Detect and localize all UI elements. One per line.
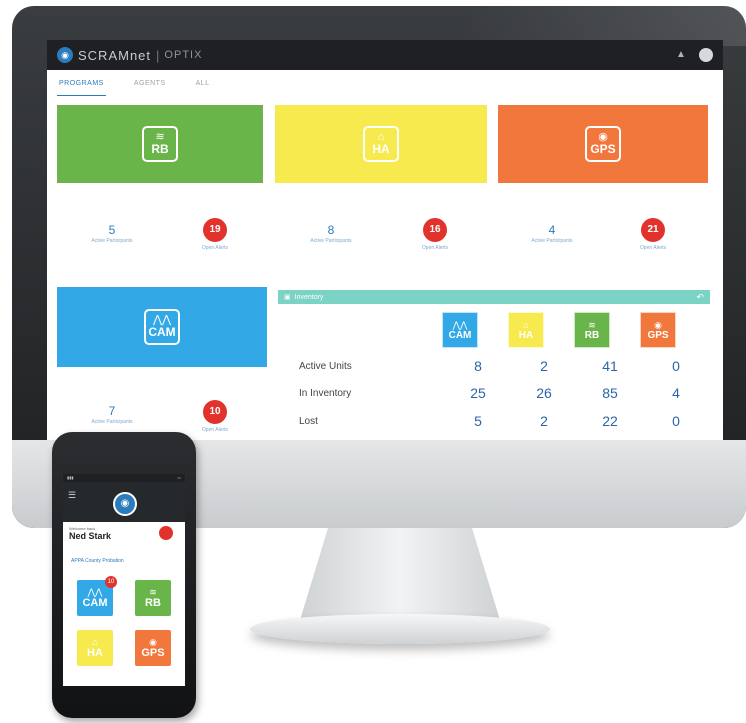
- alert-badge: 10: [203, 400, 227, 424]
- gps-participants-stat[interactable]: 4 Active Participants: [507, 223, 597, 244]
- avatar[interactable]: [699, 48, 713, 62]
- brand-separator: |: [156, 47, 160, 63]
- monitor-stand-neck: [300, 528, 500, 620]
- tab-agents[interactable]: AGENTS: [132, 76, 168, 96]
- signal-icon: ▮▮▮: [67, 475, 74, 480]
- gps-alerts-stat[interactable]: 21 Open Alerts: [623, 218, 683, 251]
- phone-tile-gps[interactable]: ◉ GPS: [135, 630, 171, 666]
- wind-icon: ≋: [588, 319, 596, 330]
- house-icon: ⌂: [92, 637, 98, 647]
- ha-alerts-stat[interactable]: 16 Open Alerts: [405, 218, 465, 251]
- rb-alerts-stat[interactable]: 19 Open Alerts: [185, 218, 245, 251]
- back-arrow-icon[interactable]: ↶: [696, 292, 704, 303]
- phone-tile-cam[interactable]: ⋀⋀ CAM 10: [77, 576, 117, 616]
- mountain-icon: ⋀⋀: [87, 587, 103, 597]
- inventory-rb-icon: ≋ RB: [574, 312, 610, 348]
- rb-participants-stat[interactable]: 5 Active Participants: [67, 223, 157, 244]
- mountain-icon: ⋀⋀: [452, 319, 468, 330]
- logo-icon: ◉: [57, 47, 73, 63]
- map-pin-icon: ◉: [654, 319, 662, 330]
- battery-icon: ▭: [177, 475, 181, 480]
- cam-program-icon: ⋀⋀ CAM: [144, 309, 180, 345]
- house-icon: ⌂: [523, 319, 529, 330]
- desktop-screen: ◉ SCRAMnet | OPTIX ▲ PROGRAMS AGENTS ALL…: [47, 40, 723, 440]
- agency-name: APPA County Probation: [71, 558, 124, 564]
- phone-tile-rb[interactable]: ≋ RB: [135, 580, 171, 616]
- inventory-gps-icon: ◉ GPS: [640, 312, 676, 348]
- monitor-stand-base: [250, 614, 550, 644]
- alert-badge: 10: [105, 576, 117, 588]
- cam-participants-stat[interactable]: 7 Active Participants: [67, 404, 157, 425]
- program-tile-rb[interactable]: ≋ RB: [57, 105, 263, 183]
- phone-user-card: Welcome back, Ned Stark: [63, 522, 185, 548]
- program-tile-gps[interactable]: ◉ GPS: [498, 105, 708, 183]
- inventory-column-icons: ⋀⋀ CAM ⌂ HA ≋ RB ◉ GPS: [442, 312, 676, 348]
- inventory-ha-icon: ⌂ HA: [508, 312, 544, 348]
- brand-name: SCRAMnet: [78, 47, 152, 63]
- gps-program-icon: ◉ GPS: [585, 126, 621, 162]
- alert-badge: 19: [203, 218, 227, 242]
- notification-badge[interactable]: [159, 526, 173, 540]
- alert-badge: 16: [423, 218, 447, 242]
- inventory-row-active: Active Units 8 2 41 0: [299, 358, 680, 374]
- ha-program-icon: ⌂ HA: [363, 126, 399, 162]
- hamburger-menu-icon[interactable]: ☰: [68, 490, 76, 501]
- wind-icon: ≋: [149, 587, 157, 597]
- upload-icon[interactable]: ▲: [675, 49, 687, 61]
- phone-header: ☰ ◉: [63, 482, 185, 522]
- top-bar: ◉ SCRAMnet | OPTIX ▲: [47, 40, 723, 70]
- inventory-row-in-inventory: In Inventory 25 26 85 4: [299, 385, 680, 401]
- tab-bar: PROGRAMS AGENTS ALL: [57, 76, 212, 96]
- alert-badge: 21: [641, 218, 665, 242]
- rb-program-icon: ≋ RB: [142, 126, 178, 162]
- tab-all[interactable]: ALL: [194, 76, 212, 96]
- cam-alerts-stat[interactable]: 10 Open Alerts: [185, 400, 245, 433]
- program-tile-cam[interactable]: ⋀⋀ CAM: [57, 287, 267, 367]
- phone-tile-ha[interactable]: ⌂ HA: [77, 630, 113, 666]
- phone-screen: ▮▮▮ ▭ ☰ ◉ Welcome back, Ned Stark APPA C…: [63, 474, 185, 686]
- phone-status-bar: ▮▮▮ ▭: [63, 474, 185, 482]
- brand-product: OPTIX: [164, 49, 203, 61]
- inventory-cam-icon: ⋀⋀ CAM: [442, 312, 478, 348]
- inventory-row-lost: Lost 5 2 22 0: [299, 413, 680, 429]
- phone-logo-icon: ◉: [113, 492, 137, 516]
- inventory-title: Inventory: [294, 293, 324, 301]
- map-pin-icon: ◉: [149, 637, 157, 647]
- program-tile-ha[interactable]: ⌂ HA: [275, 105, 487, 183]
- ha-participants-stat[interactable]: 8 Active Participants: [286, 223, 376, 244]
- inventory-header: ▣ Inventory ↶: [278, 290, 710, 304]
- inventory-icon: ▣: [284, 294, 291, 301]
- product-showcase: ◉ SCRAMnet | OPTIX ▲ PROGRAMS AGENTS ALL…: [0, 0, 746, 723]
- tab-programs[interactable]: PROGRAMS: [57, 76, 106, 96]
